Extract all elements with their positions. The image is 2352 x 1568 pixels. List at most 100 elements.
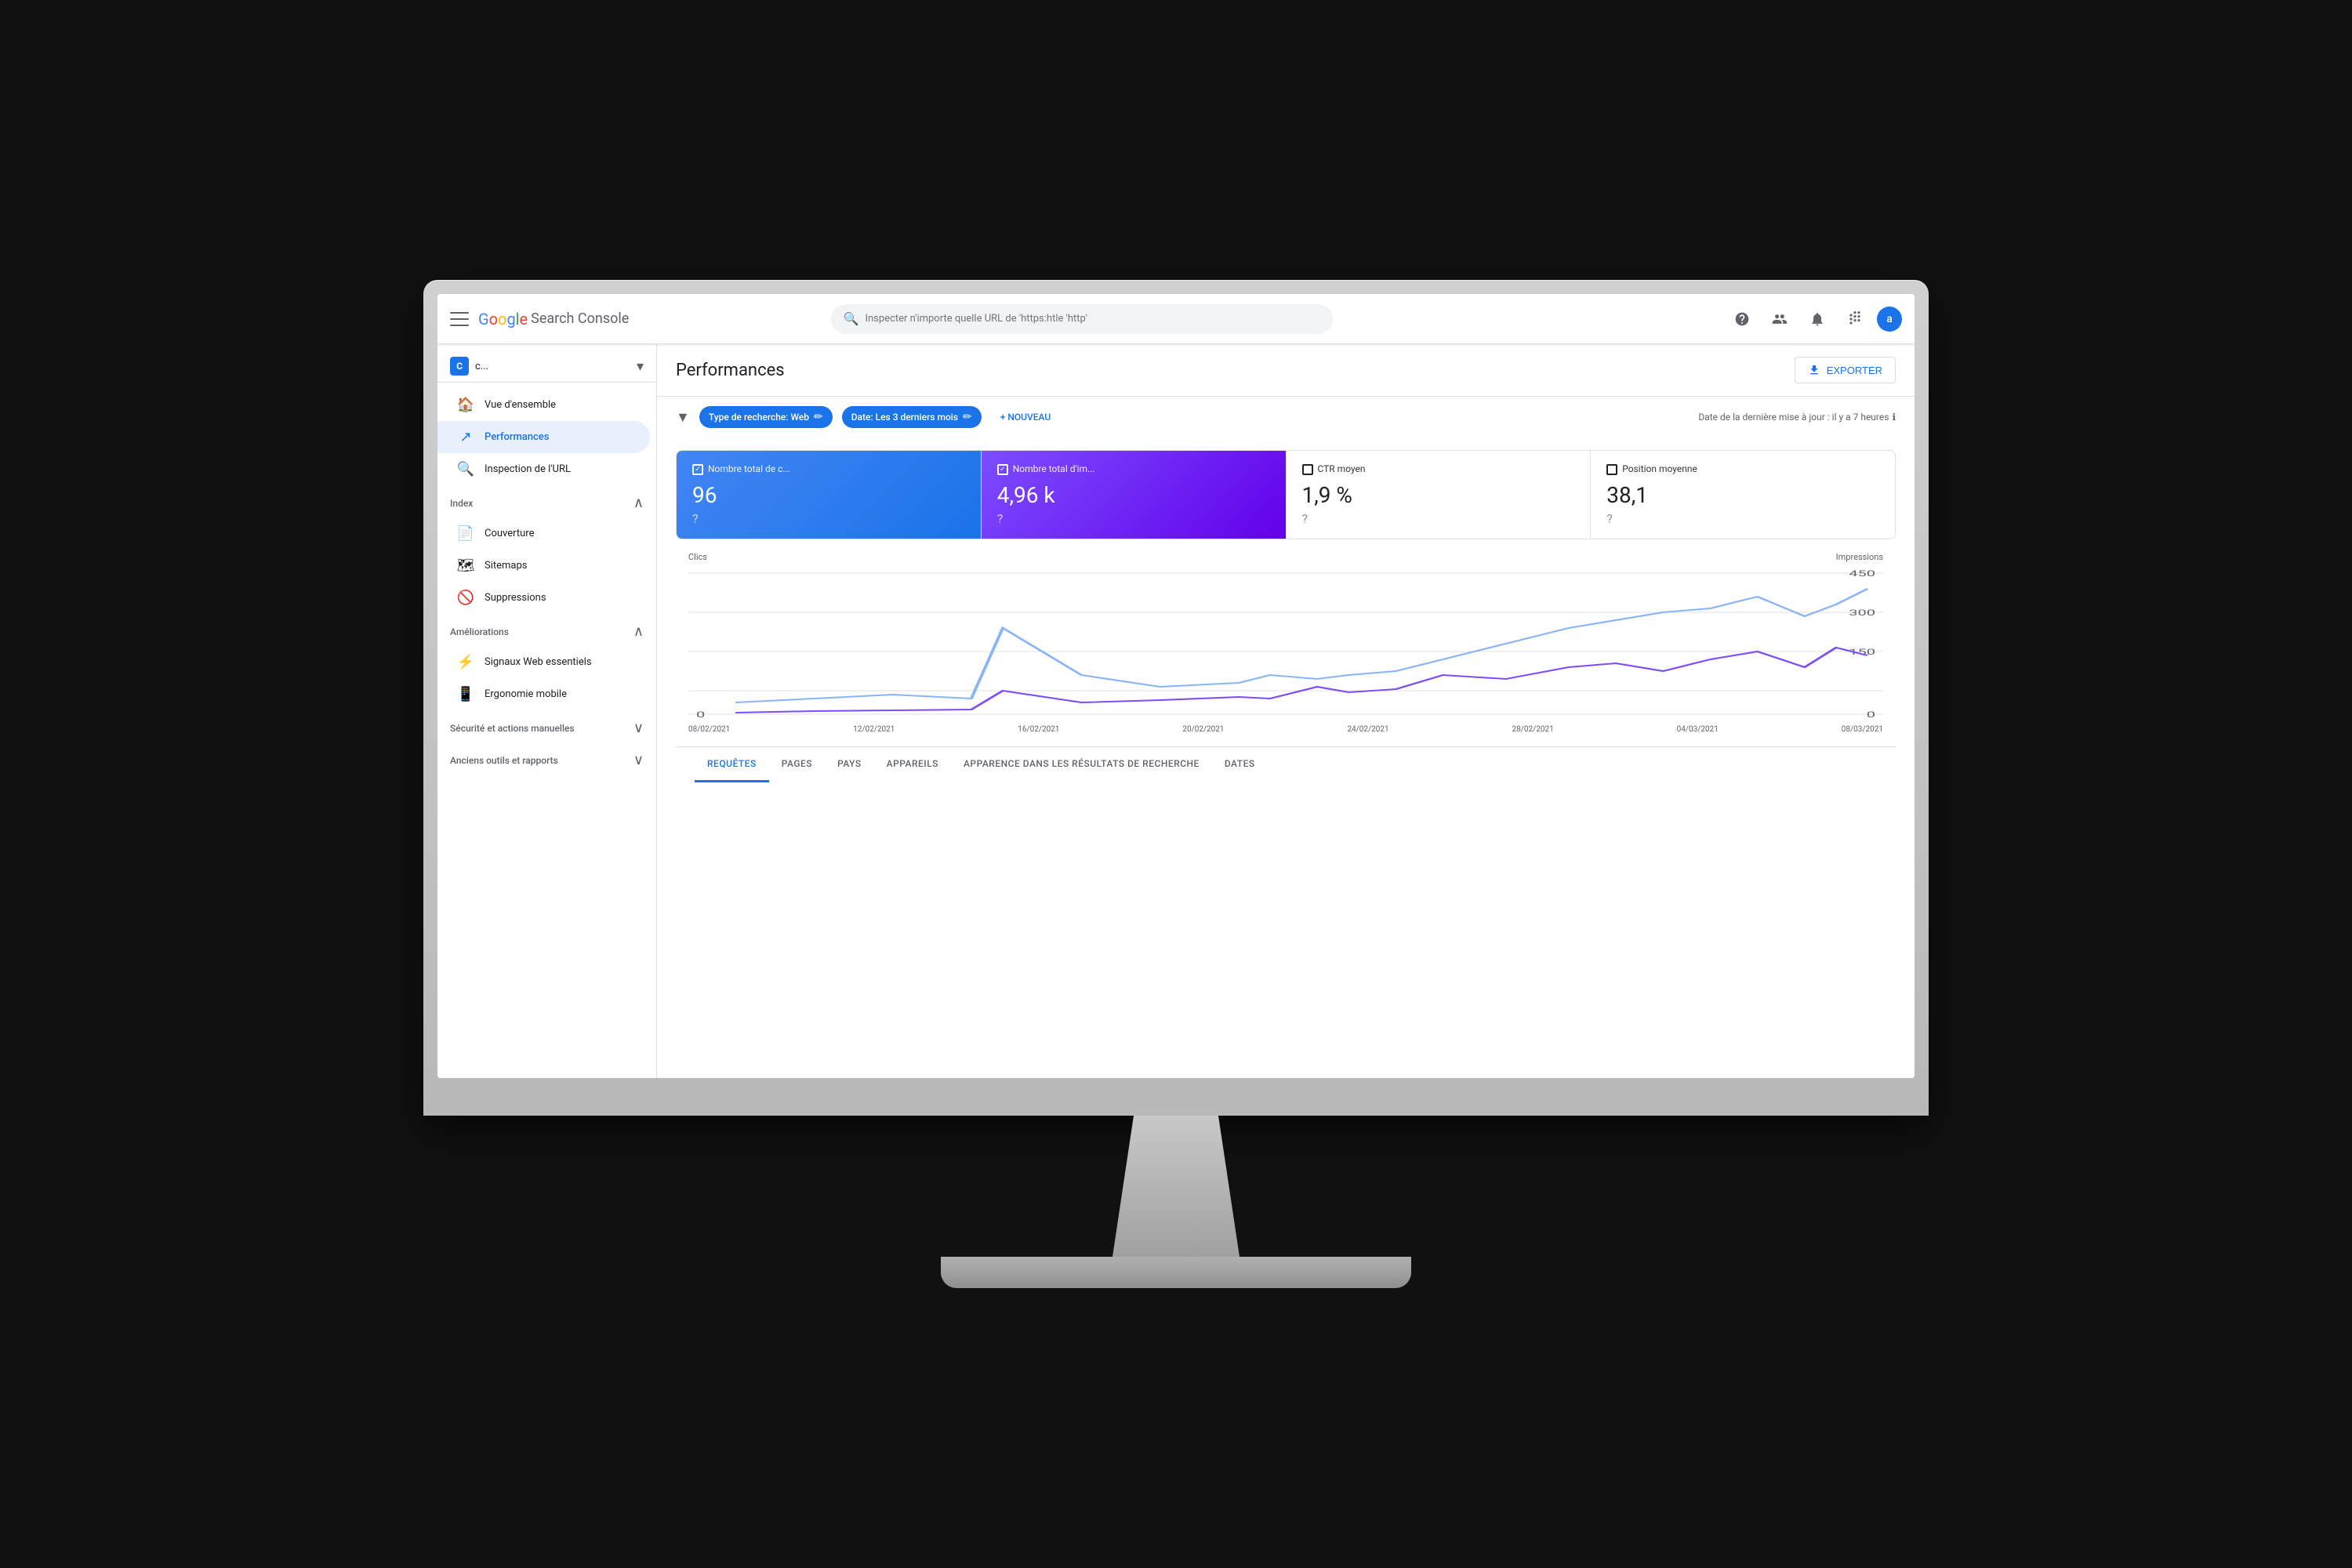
imac-stand-base (941, 1257, 1411, 1288)
section-ameliorations-label: Améliorations (450, 626, 509, 637)
sidebar-label-signaux-web: Signaux Web essentiels (485, 656, 592, 668)
metric-checkbox-clics (692, 464, 703, 475)
sidebar-item-ergonomie-mobile[interactable]: 📱 Ergonomie mobile (437, 678, 650, 710)
tab-apparence[interactable]: APPARENCE DANS LES RÉSULTATS DE RECHERCH… (951, 747, 1212, 782)
sidebar-label-suppressions: Suppressions (485, 592, 546, 604)
section-anciens-outils-chevron: ∨ (633, 752, 644, 768)
sidebar-label-sitemaps: Sitemaps (485, 560, 528, 572)
user-avatar[interactable]: a (1877, 307, 1902, 332)
chart-left-label: Clics (688, 552, 707, 562)
tab-dates[interactable]: DATES (1212, 747, 1268, 782)
sidebar-label-couverture: Couverture (485, 528, 534, 539)
metric-info-impressions[interactable]: ? (997, 511, 1270, 526)
tab-requetes[interactable]: REQUÊTES (695, 747, 769, 782)
property-text: c... (475, 361, 630, 372)
imac-wrapper: Google Search Console 🔍 (423, 280, 1929, 1288)
section-anciens-outils-label: Anciens outils et rapports (450, 755, 558, 766)
sidebar-item-suppressions[interactable]: 🚫 Suppressions (437, 582, 650, 614)
metric-checkbox-impressions (997, 464, 1008, 475)
update-info-icon: ℹ (1892, 412, 1896, 423)
nav-logo: Google Search Console (478, 310, 629, 328)
add-filter-button[interactable]: + NOUVEAU (991, 407, 1061, 427)
metric-header-ctr: CTR moyen (1302, 463, 1575, 476)
gsc-app: Google Search Console 🔍 (437, 294, 1915, 1078)
page-title: Performances (676, 361, 785, 380)
metric-card-ctr[interactable]: CTR moyen 1,9 % ? (1287, 451, 1592, 539)
section-anciens-outils-header[interactable]: Anciens outils et rapports ∨ (437, 746, 656, 775)
svg-text:300: 300 (1849, 608, 1875, 617)
tab-appareils[interactable]: APPAREILS (874, 747, 951, 782)
sidebar-item-sitemaps[interactable]: 🗺 Sitemaps (437, 550, 650, 582)
inspect-icon: 🔍 (456, 461, 475, 477)
sidebar-item-vue-ensemble[interactable]: 🏠 Vue d'ensemble (437, 389, 650, 421)
metric-label-impressions: Nombre total d'im... (1013, 463, 1095, 476)
metric-value-position: 38,1 (1606, 482, 1879, 508)
search-input[interactable] (865, 313, 1319, 325)
metric-label-clics: Nombre total de c... (708, 463, 790, 476)
sidebar-label-performances: Performances (485, 431, 549, 443)
section-securite-chevron: ∨ (633, 720, 644, 736)
help-icon-btn[interactable] (1726, 303, 1758, 335)
section-securite-label: Sécurité et actions manuelles (450, 723, 575, 734)
accounts-icon-btn[interactable] (1764, 303, 1795, 335)
nav-actions: a (1726, 303, 1902, 335)
tab-pays[interactable]: PAYS (825, 747, 874, 782)
couverture-icon: 📄 (456, 525, 475, 542)
metric-info-position[interactable]: ? (1606, 511, 1879, 526)
sidebar: C c... ▾ 🏠 Vue d'ensemble ↗ Perfor (437, 344, 657, 1078)
filter-chip-date[interactable]: Date: Les 3 derniers mois ✏ (842, 406, 982, 428)
tab-pages[interactable]: PAGES (769, 747, 825, 782)
sitemaps-icon: 🗺 (456, 557, 475, 574)
metric-header-position: Position moyenne (1606, 463, 1879, 476)
metric-info-clics[interactable]: ? (692, 511, 965, 526)
section-index-chevron: ∧ (633, 495, 644, 511)
sidebar-item-couverture[interactable]: 📄 Couverture (437, 517, 650, 550)
sidebar-label-inspection-url: Inspection de l'URL (485, 463, 571, 475)
last-update-text: Date de la dernière mise à jour : il y a… (1698, 412, 1896, 423)
sidebar-item-signaux-web[interactable]: ⚡ Signaux Web essentiels (437, 646, 650, 678)
metric-checkbox-position (1606, 464, 1617, 475)
section-ameliorations-header[interactable]: Améliorations ∧ (437, 617, 656, 646)
search-bar[interactable]: 🔍 (831, 304, 1333, 334)
property-icon: C (450, 357, 469, 376)
main-content: Performances EXPORTER ▼ Type de recherch… (657, 344, 1915, 1078)
tabs-bar: REQUÊTES PAGES PAYS APPAREILS APPARENCE … (676, 746, 1896, 782)
menu-icon[interactable] (450, 310, 469, 328)
sidebar-item-inspection-url[interactable]: 🔍 Inspection de l'URL (437, 453, 650, 485)
signaux-icon: ⚡ (456, 654, 475, 670)
google-wordmark: Google (478, 310, 528, 328)
metric-header-impressions: Nombre total d'im... (997, 463, 1270, 476)
main-header: Performances EXPORTER (657, 344, 1915, 397)
section-ameliorations-chevron: ∧ (633, 623, 644, 640)
chart-area: 450 300 150 0 0 (676, 565, 1896, 722)
filters-bar: ▼ Type de recherche: Web ✏ Date: Les 3 d… (657, 397, 1915, 437)
apps-icon-btn[interactable] (1839, 303, 1871, 335)
section-index-header[interactable]: Index ∧ (437, 488, 656, 517)
section-index-label: Index (450, 498, 473, 509)
metric-info-ctr[interactable]: ? (1302, 511, 1575, 526)
chart-x-labels: 08/02/2021 12/02/2021 16/02/2021 20/02/2… (676, 722, 1896, 734)
sidebar-item-performances[interactable]: ↗ Performances (437, 421, 650, 453)
metric-label-position: Position moyenne (1622, 463, 1697, 476)
svg-text:450: 450 (1849, 568, 1875, 578)
chart-svg: 450 300 150 0 0 (688, 565, 1883, 722)
section-securite-header[interactable]: Sécurité et actions manuelles ∨ (437, 713, 656, 742)
metric-card-impressions[interactable]: Nombre total d'im... 4,96 k ? (982, 451, 1287, 539)
export-button[interactable]: EXPORTER (1795, 357, 1896, 383)
sidebar-label-ergonomie-mobile: Ergonomie mobile (485, 688, 567, 700)
property-selector[interactable]: C c... ▾ (437, 350, 656, 383)
metrics-cards: Nombre total de c... 96 ? Nombre (676, 450, 1896, 539)
export-icon (1808, 364, 1820, 376)
svg-text:0: 0 (1867, 710, 1875, 719)
metric-card-position[interactable]: Position moyenne 38,1 ? (1591, 451, 1895, 539)
svg-text:0: 0 (696, 710, 705, 719)
chip-edit-icon-1: ✏ (963, 411, 972, 423)
filter-chip-search-type[interactable]: Type de recherche: Web ✏ (699, 406, 833, 428)
search-icon: 🔍 (844, 311, 859, 326)
metric-card-clics[interactable]: Nombre total de c... 96 ? (677, 451, 982, 539)
notifications-icon-btn[interactable] (1802, 303, 1833, 335)
metric-value-impressions: 4,96 k (997, 482, 1270, 508)
property-dropdown-icon: ▾ (637, 358, 644, 375)
navbar: Google Search Console 🔍 (437, 294, 1915, 344)
performance-icon: ↗ (456, 429, 475, 445)
